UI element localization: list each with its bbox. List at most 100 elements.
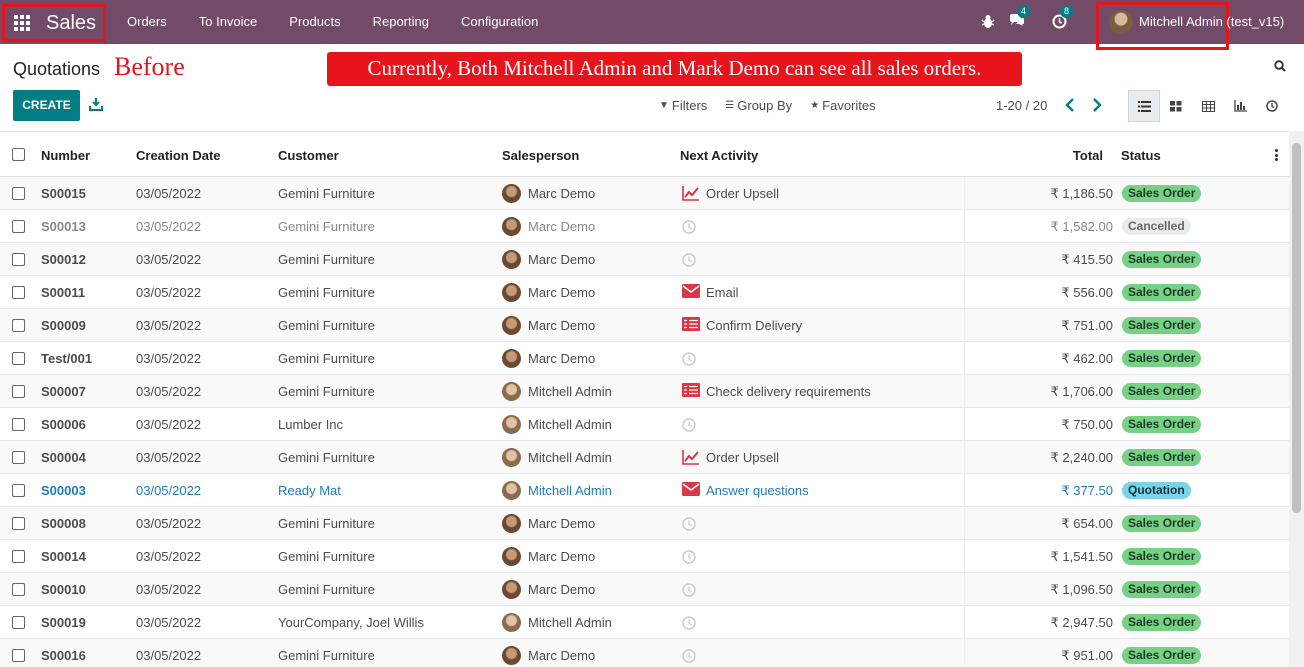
menu-item-products[interactable]: Products	[273, 0, 356, 44]
table-row[interactable]: S00006 03/05/2022 Lumber Inc Mitchell Admin…	[0, 408, 1289, 441]
column-header-number[interactable]: Number	[41, 148, 90, 163]
column-divider	[964, 474, 965, 507]
clock-icon[interactable]	[682, 416, 700, 433]
select-all-checkbox[interactable]	[12, 148, 25, 161]
trend-icon[interactable]	[682, 185, 700, 202]
table-row[interactable]: S00011 03/05/2022 Gemini Furniture Marc Dem…	[0, 276, 1289, 309]
table-row[interactable]: S00013 03/05/2022 Gemini Furniture Marc Dem…	[0, 210, 1289, 243]
pivot-view-icon[interactable]	[1192, 90, 1224, 122]
table-row[interactable]: S00014 03/05/2022 Gemini Furniture Marc Dem…	[0, 540, 1289, 573]
group-by-dropdown[interactable]: ☰ Group By	[725, 98, 792, 113]
menu-item-to-invoice[interactable]: To Invoice	[183, 0, 274, 44]
table-row[interactable]: S00016 03/05/2022 Gemini Furniture Marc Dem…	[0, 639, 1289, 667]
clock-icon[interactable]	[682, 614, 700, 631]
next-activity-label[interactable]: Order Upsell	[706, 450, 779, 465]
avatar	[502, 514, 521, 533]
menu-item-orders[interactable]: Orders	[111, 0, 183, 44]
next-activity-label[interactable]: Email	[706, 285, 739, 300]
clock-icon[interactable]	[682, 647, 700, 664]
menu-item-configuration[interactable]: Configuration	[445, 0, 554, 44]
column-header-customer[interactable]: Customer	[278, 148, 339, 163]
clock-icon[interactable]	[682, 218, 700, 235]
row-checkbox[interactable]	[12, 385, 25, 398]
menu-item-reporting[interactable]: Reporting	[357, 0, 445, 44]
clock-icon[interactable]	[682, 515, 700, 532]
table-row[interactable]: S00019 03/05/2022 YourCompany, Joel Willis…	[0, 606, 1289, 639]
row-checkbox[interactable]	[12, 484, 25, 497]
tasks-icon[interactable]	[682, 317, 700, 334]
table-row[interactable]: S00007 03/05/2022 Gemini Furniture Mitchell…	[0, 375, 1289, 408]
clock-icon[interactable]	[682, 251, 700, 268]
row-checkbox[interactable]	[12, 550, 25, 563]
row-checkbox[interactable]	[12, 451, 25, 464]
activities-badge: 8	[1060, 5, 1074, 18]
messages-icon[interactable]: 4	[1009, 5, 1031, 30]
column-header-total[interactable]: Total	[1073, 148, 1103, 163]
table-row[interactable]: Test/001 03/05/2022 Gemini Furniture Marc D…	[0, 342, 1289, 375]
optional-columns-icon[interactable]	[1275, 149, 1278, 161]
apps-grid-icon[interactable]	[14, 15, 32, 31]
chevron-right-icon[interactable]	[1090, 97, 1104, 113]
download-icon[interactable]	[89, 97, 103, 111]
column-header-creation-date[interactable]: Creation Date	[136, 148, 221, 163]
row-checkbox[interactable]	[12, 319, 25, 332]
status-badge: Cancelled	[1122, 218, 1191, 235]
clock-icon[interactable]	[682, 581, 700, 598]
user-menu[interactable]: Mitchell Admin (test_v15)	[1139, 14, 1284, 29]
bug-icon[interactable]	[981, 14, 997, 30]
activity-view-icon[interactable]	[1256, 90, 1288, 122]
next-activity-label[interactable]: Check delivery requirements	[706, 384, 871, 399]
next-activity-label[interactable]: Confirm Delivery	[706, 318, 802, 333]
status-badge: Sales Order	[1122, 284, 1202, 301]
column-header-next-activity[interactable]: Next Activity	[680, 148, 758, 163]
list-view-icon[interactable]	[1128, 90, 1160, 122]
table-row[interactable]: S00009 03/05/2022 Gemini Furniture Marc Dem…	[0, 309, 1289, 342]
row-checkbox[interactable]	[12, 220, 25, 233]
scrollbar[interactable]	[1289, 131, 1304, 667]
table-row[interactable]: S00010 03/05/2022 Gemini Furniture Marc Dem…	[0, 573, 1289, 606]
group-by-label: Group By	[737, 98, 793, 113]
favorites-dropdown[interactable]: ★ Favorites	[810, 98, 875, 113]
row-checkbox[interactable]	[12, 418, 25, 431]
scrollbar-thumb[interactable]	[1292, 143, 1301, 513]
table-row[interactable]: S00003 03/05/2022 Ready Mat Mitchell Admin A…	[0, 474, 1289, 507]
creation-date: 03/05/2022	[136, 351, 202, 366]
status-badge: Sales Order	[1122, 251, 1202, 268]
order-total: ₹ 556.00	[1061, 285, 1113, 300]
clock-icon[interactable]	[682, 350, 700, 367]
column-header-status[interactable]: Status	[1121, 148, 1161, 163]
table-row[interactable]: S00008 03/05/2022 Gemini Furniture Marc Dem…	[0, 507, 1289, 540]
row-checkbox[interactable]	[12, 286, 25, 299]
row-checkbox[interactable]	[12, 253, 25, 266]
next-activity-label[interactable]: Answer questions	[706, 483, 809, 498]
tasks-icon[interactable]	[682, 383, 700, 400]
trend-icon[interactable]	[682, 449, 700, 466]
envelope-icon[interactable]	[682, 482, 700, 499]
app-brand[interactable]: Sales	[46, 12, 96, 35]
row-checkbox[interactable]	[12, 352, 25, 365]
activities-clock-icon[interactable]: 8	[1052, 5, 1074, 30]
table-row[interactable]: S00015 03/05/2022 Gemini Furniture Marc Dem…	[0, 177, 1289, 210]
envelope-icon[interactable]	[682, 284, 700, 301]
filters-dropdown[interactable]: ▼ Filters	[659, 98, 707, 113]
row-checkbox[interactable]	[12, 517, 25, 530]
pager-value[interactable]: 1-20 / 20	[996, 98, 1047, 113]
table-row[interactable]: S00004 03/05/2022 Gemini Furniture Mitchell…	[0, 441, 1289, 474]
creation-date: 03/05/2022	[136, 186, 202, 201]
column-divider	[964, 375, 965, 408]
search-icon[interactable]	[1274, 60, 1286, 72]
row-checkbox[interactable]	[12, 649, 25, 662]
kanban-view-icon[interactable]	[1160, 90, 1192, 122]
create-button[interactable]: CREATE	[13, 90, 80, 121]
clock-icon[interactable]	[682, 548, 700, 565]
column-header-salesperson[interactable]: Salesperson	[502, 148, 579, 163]
salesperson-name: Mitchell Admin	[528, 615, 612, 630]
chevron-left-icon[interactable]	[1063, 97, 1077, 113]
row-checkbox[interactable]	[12, 583, 25, 596]
avatar[interactable]	[1109, 10, 1133, 34]
graph-view-icon[interactable]	[1224, 90, 1256, 122]
row-checkbox[interactable]	[12, 187, 25, 200]
next-activity-label[interactable]: Order Upsell	[706, 186, 779, 201]
row-checkbox[interactable]	[12, 616, 25, 629]
table-row[interactable]: S00012 03/05/2022 Gemini Furniture Marc Dem…	[0, 243, 1289, 276]
